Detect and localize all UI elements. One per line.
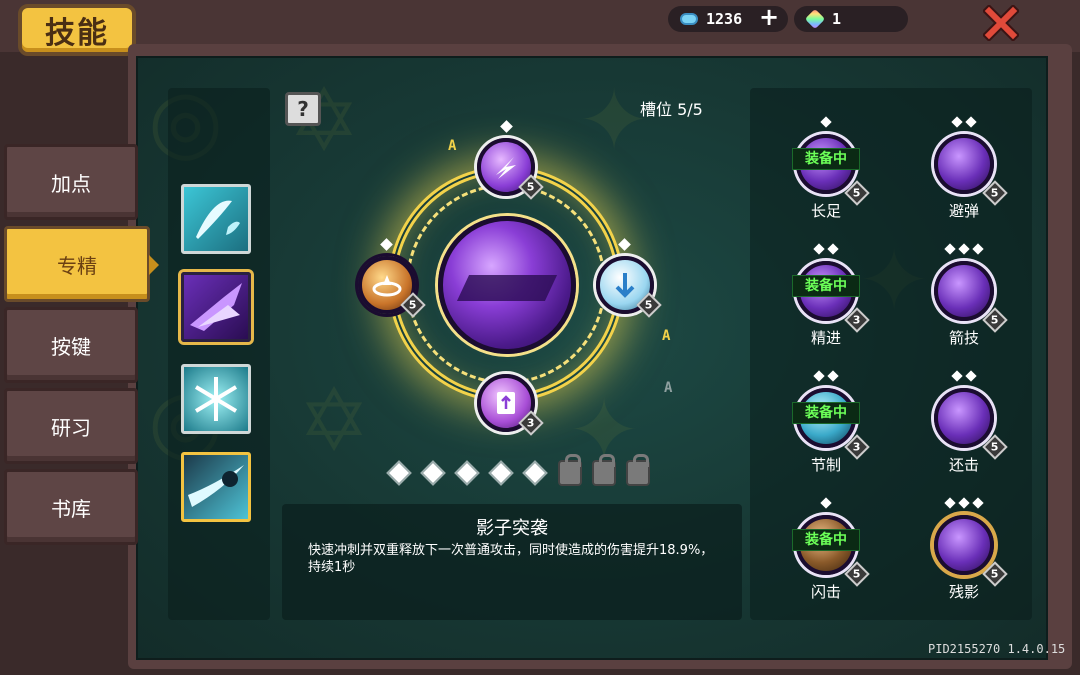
background-pattern: ✦ <box>578 71 651 171</box>
skill-card-shadow[interactable] <box>181 272 251 342</box>
skill-name: 精进 <box>810 329 841 347</box>
rainbow-gem-count: 1 <box>832 10 842 28</box>
skill-card-slash[interactable] <box>181 452 251 522</box>
skill-name: 还击 <box>948 456 979 474</box>
arrow-down-icon <box>615 273 635 298</box>
tab-library[interactable]: 书库 <box>4 469 138 545</box>
add-currency-button[interactable]: + <box>758 3 780 31</box>
equipped-badge: 装备中 <box>792 529 860 551</box>
flame-ring-icon <box>372 275 402 297</box>
skill-pips <box>902 497 1026 509</box>
skill-orb-icon <box>934 515 994 575</box>
help-button[interactable]: ? <box>285 92 321 126</box>
rank-filled-icon <box>454 460 480 486</box>
rank-filled-icon <box>522 460 548 486</box>
blue-gem-count: 1236 <box>706 10 743 28</box>
main-skill-orb[interactable] <box>438 216 576 354</box>
equipped-badge: 装备中 <box>792 275 860 297</box>
equipped-badge: 装备中 <box>792 402 860 424</box>
blue-gem-icon <box>680 13 698 25</box>
skill-card-frost[interactable] <box>181 364 251 434</box>
slash-icon <box>188 465 244 507</box>
close-icon <box>983 5 1019 41</box>
skill-description: 快速冲刺并双重释放下一次普通攻击，同时使造成的伤害提升18.9%，持续1秒 <box>308 543 714 575</box>
tab-keys[interactable]: 按键 <box>4 307 138 383</box>
lightning-icon <box>496 157 516 179</box>
leaf-icon <box>196 200 240 239</box>
tab-specialization[interactable]: 专精 <box>4 226 159 302</box>
skill-name: 箭技 <box>948 329 979 347</box>
skill-item[interactable]: 装备中 5 长足 <box>764 110 884 230</box>
skill-pips <box>764 243 888 255</box>
skill-name: 节制 <box>810 456 841 474</box>
skill-item[interactable]: 5 避弹 <box>902 110 1022 230</box>
skill-orb-icon <box>934 261 994 321</box>
lock-icon <box>558 454 582 486</box>
book-icon <box>497 392 515 414</box>
shadow-strike-icon <box>190 283 242 331</box>
skill-pips <box>902 116 1026 128</box>
background-pattern: ✡ <box>298 371 371 471</box>
slot-counter: 槽位 5/5 <box>640 100 703 119</box>
rank-progress <box>386 454 650 486</box>
page-title: 技能 <box>18 4 136 56</box>
rune-glyph: A <box>664 380 673 396</box>
build-id: PID2155270 1.4.0.15 <box>928 642 1066 656</box>
lock-icon <box>592 454 616 486</box>
snowflake-icon <box>194 377 238 421</box>
skill-item[interactable]: 装备中 3 节制 <box>764 364 884 484</box>
tab-study[interactable]: 研习 <box>4 388 138 464</box>
skill-name: 残影 <box>948 583 979 601</box>
skill-item[interactable]: 装备中 5 闪击 <box>764 491 884 611</box>
skill-pips <box>902 370 1026 382</box>
rune-glyph: A <box>448 138 457 154</box>
tab-add-points[interactable]: 加点 <box>4 144 138 220</box>
skill-name: 长足 <box>810 202 841 220</box>
skill-pips <box>902 243 1026 255</box>
skill-item[interactable]: 5 残影 <box>902 491 1022 611</box>
rainbow-gem-icon <box>804 8 826 30</box>
close-button[interactable] <box>982 4 1020 42</box>
skill-item[interactable]: 装备中 3 精进 <box>764 237 884 357</box>
skill-orb-icon <box>934 134 994 194</box>
skill-item[interactable]: 5 箭技 <box>902 237 1022 357</box>
rune-glyph: A <box>662 328 671 344</box>
skill-card-column <box>168 88 270 620</box>
rainbow-gem-counter: 1 <box>794 6 908 32</box>
rank-filled-icon <box>386 460 412 486</box>
skill-orb-icon <box>934 388 994 448</box>
skill-pips <box>764 370 888 382</box>
rank-filled-icon <box>420 460 446 486</box>
lock-icon <box>626 454 650 486</box>
skill-card-wind[interactable] <box>181 184 251 254</box>
equipped-badge: 装备中 <box>792 148 860 170</box>
rank-filled-icon <box>488 460 514 486</box>
skill-pips <box>764 116 888 128</box>
skill-item[interactable]: 5 还击 <box>902 364 1022 484</box>
skill-pips <box>764 497 888 509</box>
skill-title: 影子突袭 <box>476 518 548 539</box>
skill-name: 避弹 <box>948 202 979 220</box>
skill-name: 闪击 <box>810 583 841 601</box>
